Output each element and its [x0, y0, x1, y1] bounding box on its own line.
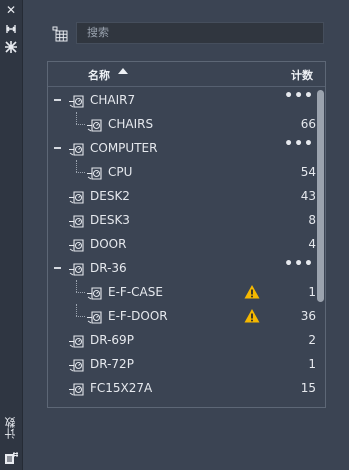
- block-name: DR-36: [90, 261, 127, 275]
- block-count: 15: [300, 381, 316, 395]
- block-icon: [68, 140, 84, 156]
- block-icon: [68, 212, 84, 228]
- block-name: DR-69P: [90, 333, 134, 347]
- block-icon: [86, 308, 102, 324]
- palette-titlebar: ✕ 计数: [0, 0, 23, 470]
- block-icon: [86, 284, 102, 300]
- tree-connector: [76, 316, 85, 317]
- list-item[interactable]: DESK3 8: [48, 208, 316, 232]
- tree-connector: [76, 160, 77, 172]
- block-name: DESK3: [90, 213, 130, 227]
- list-item[interactable]: COMPUTER •••: [48, 136, 316, 160]
- block-table-icon[interactable]: [52, 26, 68, 42]
- list-item[interactable]: DR-69P 2: [48, 328, 316, 352]
- block-count: 8: [308, 213, 316, 227]
- block-icon: [68, 92, 84, 108]
- block-icon: [86, 164, 102, 180]
- block-count: 43: [300, 189, 316, 203]
- close-icon[interactable]: ✕: [4, 3, 18, 17]
- column-header-name[interactable]: 名称: [88, 67, 110, 83]
- block-count: 54: [300, 165, 316, 179]
- block-count: 1: [308, 285, 316, 299]
- collapse-icon[interactable]: [54, 147, 61, 149]
- list-item[interactable]: DOOR 4: [48, 232, 316, 256]
- properties-icon[interactable]: [4, 40, 18, 54]
- block-count: 2: [308, 333, 316, 347]
- block-icon: [68, 356, 84, 372]
- scrollbar-thumb[interactable]: [317, 90, 324, 302]
- child-list-item[interactable]: CHAIRS 66: [48, 112, 316, 136]
- block-name: E-F-DOOR: [108, 309, 168, 323]
- list-header: 名称 计数: [48, 62, 325, 87]
- block-name: CHAIR7: [90, 93, 136, 107]
- list-item[interactable]: FC15X27A 15: [48, 376, 316, 400]
- palette-title: 计数: [4, 417, 17, 439]
- collapse-icon[interactable]: [54, 99, 61, 101]
- tree-connector: [76, 280, 77, 292]
- search-input[interactable]: 搜索: [76, 22, 324, 44]
- block-name: CHAIRS: [108, 117, 154, 131]
- block-icon: [68, 380, 84, 396]
- block-name: CPU: [108, 165, 133, 179]
- tree-connector: [76, 292, 85, 293]
- child-list-item[interactable]: E-F-CASE 1: [48, 280, 316, 304]
- block-name: COMPUTER: [90, 141, 158, 155]
- block-icon: [68, 332, 84, 348]
- count-palette-icon: [4, 451, 18, 465]
- collapse-icon[interactable]: [54, 267, 61, 269]
- warning-icon[interactable]: [244, 284, 260, 300]
- count-panel: 搜索 名称 计数 CHAIR7 ••• CHAIRS 66 COMPUTER ••• CPU…: [22, 0, 349, 470]
- child-list-item[interactable]: E-F-DOOR 36: [48, 304, 316, 328]
- block-icon: [68, 260, 84, 276]
- block-name: DR-72P: [90, 357, 134, 371]
- tree-connector: [76, 172, 85, 173]
- block-icon: [68, 236, 84, 252]
- count-list: 名称 计数 CHAIR7 ••• CHAIRS 66 COMPUTER ••• CPU 54 D…: [47, 61, 326, 408]
- more-options-icon[interactable]: •••: [284, 136, 314, 152]
- more-options-icon[interactable]: •••: [284, 88, 314, 104]
- tree-connector: [76, 304, 77, 316]
- child-list-item[interactable]: CPU 54: [48, 160, 316, 184]
- block-count: 36: [300, 309, 316, 323]
- list-item[interactable]: [48, 400, 316, 407]
- list-item[interactable]: DR-36 •••: [48, 256, 316, 280]
- block-icon: [86, 116, 102, 132]
- tree-connector: [76, 112, 77, 124]
- block-name: FC15X27A: [90, 381, 153, 395]
- block-count: 1: [308, 357, 316, 371]
- list-item[interactable]: DR-72P 1: [48, 352, 316, 376]
- tree-connector: [76, 124, 85, 125]
- block-icon: [68, 404, 84, 407]
- auto-hide-icon[interactable]: [4, 22, 18, 36]
- more-options-icon[interactable]: •••: [284, 256, 314, 272]
- block-name: DOOR: [90, 237, 127, 251]
- block-icon: [68, 188, 84, 204]
- list-item[interactable]: CHAIR7 •••: [48, 88, 316, 112]
- block-name: E-F-CASE: [108, 285, 163, 299]
- list-item[interactable]: DESK2 43: [48, 184, 316, 208]
- block-count: 4: [308, 237, 316, 251]
- sort-ascending-icon: [118, 68, 128, 74]
- block-name: DESK2: [90, 189, 130, 203]
- block-count: 66: [300, 117, 316, 131]
- warning-icon[interactable]: [244, 308, 260, 324]
- column-header-count[interactable]: 计数: [291, 67, 313, 83]
